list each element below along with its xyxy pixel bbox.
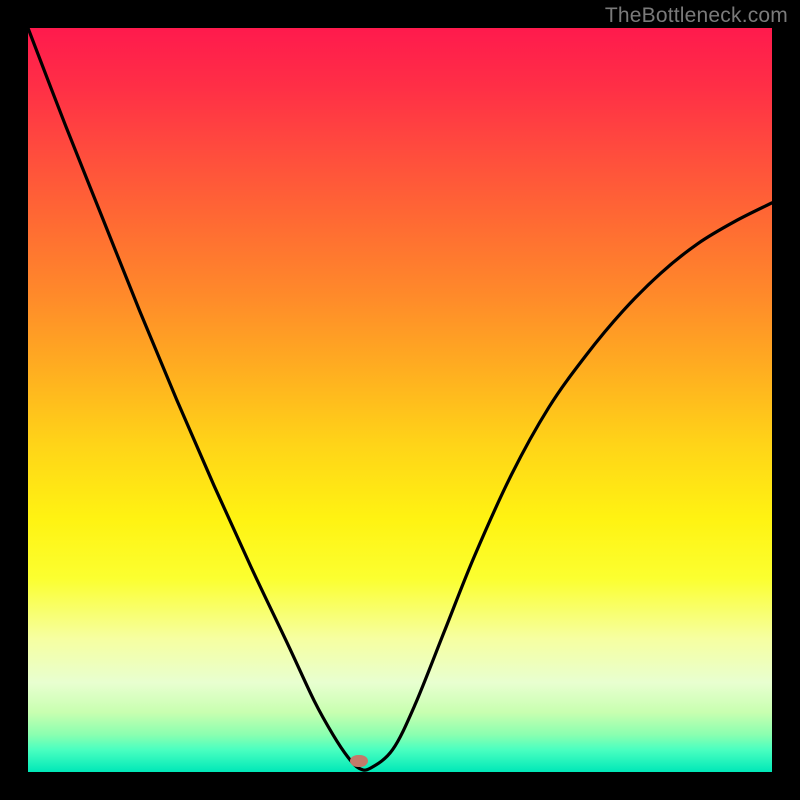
optimal-point-marker [350,755,368,767]
watermark-text: TheBottleneck.com [605,4,788,28]
chart-frame: TheBottleneck.com [0,0,800,800]
plot-area [28,28,772,772]
bottleneck-curve [28,28,772,772]
